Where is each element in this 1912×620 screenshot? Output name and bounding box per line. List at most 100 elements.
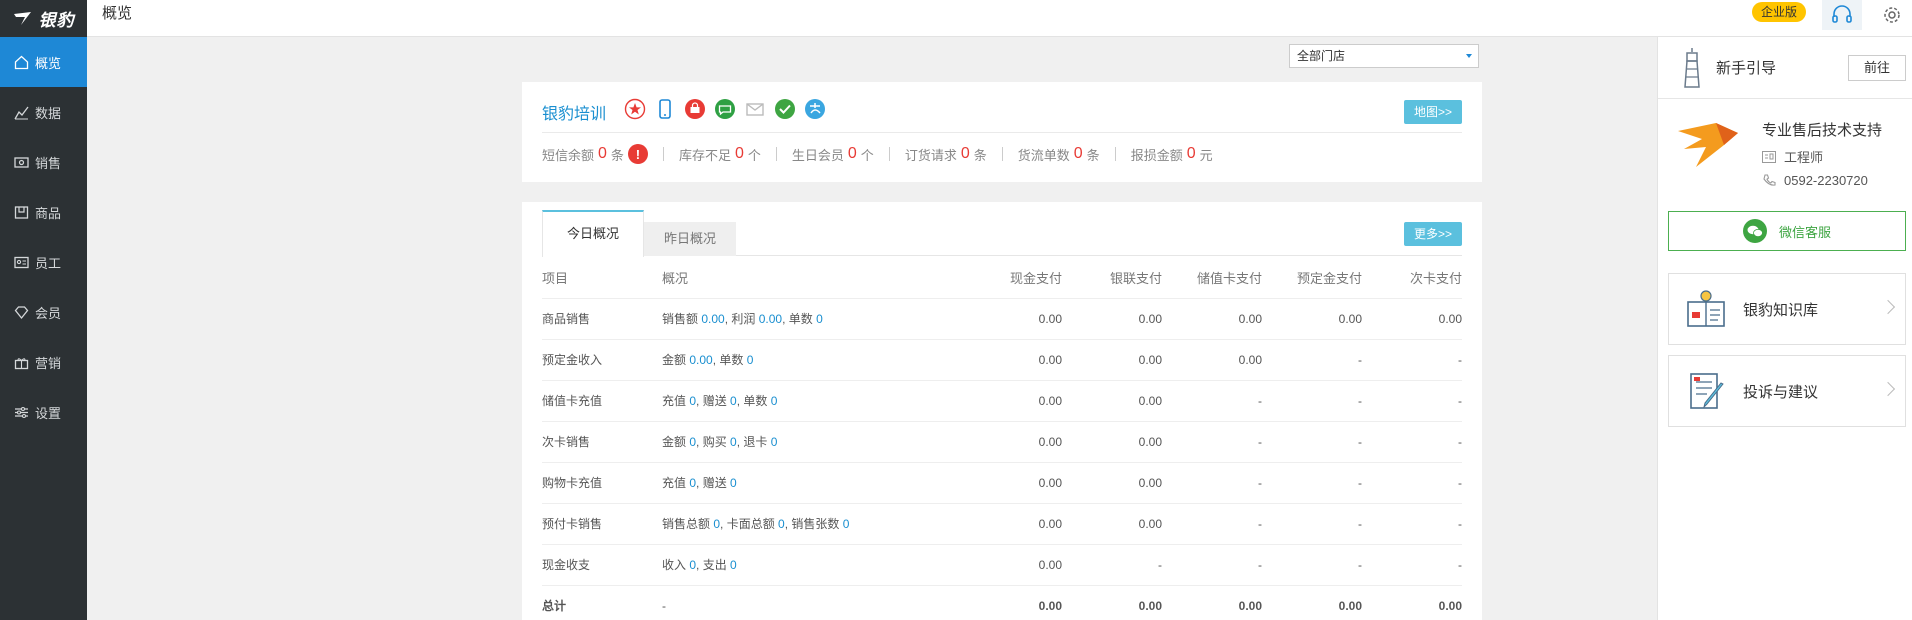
sidebar-item-overview[interactable]: 概览 bbox=[0, 37, 87, 87]
stat-loss-amount[interactable]: 报损金额 0 元 bbox=[1131, 145, 1213, 164]
sidebar-item-members[interactable]: 会员 bbox=[0, 287, 87, 337]
settings-button[interactable] bbox=[1872, 0, 1912, 30]
sidebar-item-label: 销售 bbox=[35, 155, 62, 171]
payment-value: - bbox=[1162, 462, 1262, 504]
tab-today[interactable]: 今日概况 bbox=[542, 210, 644, 257]
table-row: 预定金收入 金额 0.00, 单数 0 0.00 0.00 0.00- - bbox=[542, 339, 1462, 381]
goto-button[interactable]: 前往 bbox=[1848, 55, 1906, 81]
sidebar-item-marketing[interactable]: 营销 bbox=[0, 337, 87, 387]
overview-value: 0 bbox=[770, 435, 778, 449]
divider bbox=[888, 147, 890, 161]
stat-label: 报损金额 bbox=[1130, 147, 1183, 163]
store-name[interactable]: 银豹培训 bbox=[542, 100, 606, 124]
payment-value: - bbox=[1362, 380, 1462, 422]
stat-transfer-orders[interactable]: 货流单数 0 条 bbox=[1018, 145, 1131, 164]
feedback-card[interactable]: 投诉与建议 bbox=[1668, 355, 1906, 427]
summary-table: 项目 概况 现金支付 银联支付 储值卡支付 预定金支付 次卡支付 商品销售 销售额… bbox=[542, 258, 1462, 620]
overview-value: 0.00 bbox=[689, 353, 713, 367]
support-phone: 0592-2230720 bbox=[1762, 173, 1868, 188]
overview-label: , 利润 bbox=[724, 312, 759, 326]
app-logo[interactable]: 银豹 bbox=[0, 0, 87, 37]
map-button[interactable]: 地图>> bbox=[1404, 100, 1463, 124]
payment-value: 0.00 bbox=[962, 462, 1062, 504]
wechat-service-button[interactable]: 微信客服 bbox=[1668, 211, 1906, 251]
mail-icon[interactable] bbox=[744, 98, 766, 120]
summary-tabs: 今日概况 昨日概况 bbox=[542, 210, 1462, 257]
row-item-link[interactable]: 预定金收入 bbox=[542, 339, 662, 381]
overview-value: 0 bbox=[770, 394, 778, 408]
sidebar-item-products[interactable]: 商品 bbox=[0, 187, 87, 237]
stat-order-requests[interactable]: 订货请求 0 条 bbox=[905, 145, 1018, 164]
table-row: 储值卡充值 充值 0, 赠送 0, 单数 0 0.00 0.00- - - bbox=[542, 380, 1462, 422]
sidebar-item-label: 员工 bbox=[35, 255, 62, 271]
shop-bag-icon[interactable] bbox=[684, 98, 706, 120]
stat-sms-balance[interactable]: 短信余额 0 条 ! bbox=[542, 144, 679, 164]
payment-value: 0.00 bbox=[1062, 298, 1162, 340]
message-icon[interactable] bbox=[714, 98, 736, 120]
star-icon[interactable] bbox=[624, 98, 646, 120]
table-row: 预付卡销售 销售总额 0, 卡面总额 0, 销售张数 0 0.00 0.00- - - bbox=[542, 503, 1462, 545]
row-item-link[interactable]: 现金收支 bbox=[542, 544, 662, 586]
support-phone-text: 0592-2230720 bbox=[1784, 173, 1868, 188]
divider bbox=[775, 147, 777, 161]
overview-value: 0 bbox=[816, 312, 823, 326]
overview-label: , 退卡 bbox=[736, 435, 771, 449]
store-panel: 银豹培训 地图>> 短信余额 0 条 ! 库存不足 0 个 生日会员 0 个 订… bbox=[522, 82, 1482, 182]
stat-value: 0 bbox=[847, 145, 857, 162]
sidebar-item-sales[interactable]: 销售 bbox=[0, 137, 87, 187]
row-overview: 充值 0, 赠送 0 bbox=[662, 462, 962, 504]
stat-label: 短信余额 bbox=[542, 147, 595, 163]
sidebar-item-data[interactable]: 数据 bbox=[0, 87, 87, 137]
payment-value: - bbox=[1262, 544, 1362, 586]
overview-value: 0 bbox=[778, 517, 785, 531]
support-title: 专业售后技术支持 bbox=[1762, 122, 1883, 139]
column-header: 概况 bbox=[662, 258, 962, 299]
row-item-link[interactable]: 购物卡充值 bbox=[542, 462, 662, 504]
table-row: 商品销售 销售额 0.00, 利润 0.00, 单数 0 0.00 0.00 0.00 0… bbox=[542, 298, 1462, 340]
store-stats: 短信余额 0 条 ! 库存不足 0 个 生日会员 0 个 订货请求 0 条 货流… bbox=[542, 144, 1213, 164]
knowledge-base-card[interactable]: 银豹知识库 bbox=[1668, 273, 1906, 345]
stat-low-stock[interactable]: 库存不足 0 个 bbox=[679, 145, 792, 164]
overview-label: , 购买 bbox=[696, 435, 731, 449]
sidebar-item-settings[interactable]: 设置 bbox=[0, 387, 87, 437]
mobile-icon[interactable] bbox=[654, 98, 676, 120]
store-select[interactable]: 全部门店 bbox=[1289, 44, 1479, 68]
edition-badge[interactable]: 企业版 bbox=[1752, 2, 1807, 22]
stat-unit: 个 bbox=[747, 147, 761, 163]
row-item-link[interactable]: 次卡销售 bbox=[542, 421, 662, 463]
row-item-link[interactable]: 商品销售 bbox=[542, 298, 662, 340]
payment-value: - bbox=[1362, 462, 1462, 504]
payment-value: 0.00 bbox=[1062, 339, 1162, 381]
overview-label: 充值 bbox=[662, 394, 690, 408]
wechat-icon[interactable] bbox=[774, 98, 796, 120]
summary-table-body: 商品销售 销售额 0.00, 利润 0.00, 单数 0 0.00 0.00 0.00 0… bbox=[542, 298, 1462, 620]
payment-value: - bbox=[1162, 544, 1262, 586]
sidebar-item-staff[interactable]: 员工 bbox=[0, 237, 87, 287]
alert-icon[interactable]: ! bbox=[627, 144, 648, 164]
summary-panel: 今日概况 昨日概况 更多>> 项目 概况 现金支付 银联支付 储值卡支付 预定金… bbox=[522, 202, 1482, 620]
payment-value: - bbox=[1162, 380, 1262, 422]
payment-value: 0.00 bbox=[962, 380, 1062, 422]
wechat-button-label: 微信客服 bbox=[1778, 224, 1831, 240]
row-overview: 收入 0, 支出 0 bbox=[662, 544, 962, 586]
id-card-icon bbox=[14, 256, 29, 268]
payment-value: 0.00 bbox=[962, 421, 1062, 463]
tab-yesterday[interactable]: 昨日概况 bbox=[644, 222, 736, 256]
overview-value: 0 bbox=[730, 435, 737, 449]
headset-button[interactable] bbox=[1822, 0, 1862, 30]
row-item-link[interactable]: 储值卡充值 bbox=[542, 380, 662, 422]
sidebar-item-label: 会员 bbox=[35, 305, 62, 321]
logo-icon bbox=[13, 11, 31, 25]
stat-unit: 个 bbox=[860, 147, 874, 163]
row-overview: 充值 0, 赠送 0, 单数 0 bbox=[662, 380, 962, 422]
headset-icon bbox=[1832, 5, 1852, 23]
stat-value: 0 bbox=[1073, 145, 1083, 162]
brand-leopard-icon bbox=[1678, 123, 1738, 167]
row-item-link[interactable]: 预付卡销售 bbox=[542, 503, 662, 545]
more-button[interactable]: 更多>> bbox=[1404, 222, 1463, 246]
lighthouse-icon bbox=[1684, 48, 1700, 88]
payment-value: - bbox=[1162, 421, 1262, 463]
alipay-icon[interactable] bbox=[804, 98, 826, 120]
stat-birthday-members[interactable]: 生日会员 0 个 bbox=[792, 145, 905, 164]
payment-value: 0.00 bbox=[1062, 462, 1162, 504]
